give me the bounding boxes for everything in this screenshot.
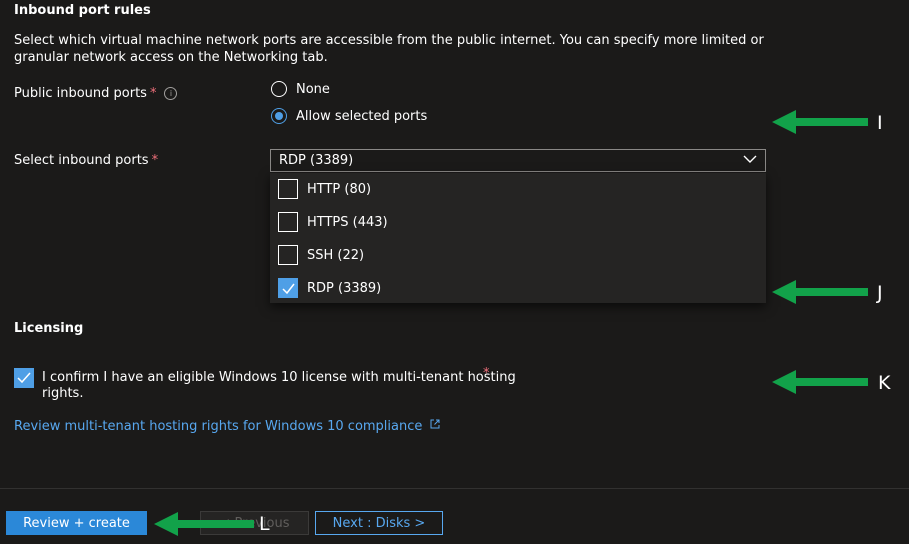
public-inbound-ports-label: Public inbound ports * i [14,86,178,101]
required-marker: * [149,86,157,101]
checkbox-ssh[interactable] [278,245,298,265]
footer-divider [0,488,909,489]
checkbox-https[interactable] [278,212,298,232]
arrow-left-icon [154,512,254,536]
chevron-down-icon[interactable] [743,153,757,168]
license-confirm-checkbox[interactable] [14,368,34,388]
option-label: HTTPS (443) [307,214,388,230]
external-link-icon [430,418,440,433]
radio-none-label: None [296,81,330,97]
ports-dropdown-list: HTTP (80) HTTPS (443) SSH (22) RDP (3389… [270,173,766,303]
arrow-left-icon [772,110,868,134]
select-inbound-ports-label: Select inbound ports * [14,153,158,168]
public-inbound-ports-label-text: Public inbound ports [14,86,147,101]
option-label: SSH (22) [307,247,365,263]
option-http[interactable]: HTTP (80) [278,179,371,199]
next-disks-button[interactable]: Next : Disks > [315,511,443,535]
option-label: RDP (3389) [307,280,382,296]
license-confirm-line2: rights. [42,386,84,401]
review-link-text[interactable]: Review multi-tenant hosting rights for W… [14,419,422,434]
radio-none-circle[interactable] [271,81,287,97]
required-marker: * [151,153,159,168]
arrow-left-icon [772,370,868,394]
license-confirm-line1: I confirm I have an eligible Windows 10 … [42,370,516,385]
inbound-description: Select which virtual machine network por… [14,33,764,65]
arrow-left-icon [772,280,868,304]
required-marker: * [483,366,490,381]
option-label: HTTP (80) [307,181,372,197]
license-confirm-text: I confirm I have an eligible Windows 10 … [42,370,516,402]
checkmark-icon [17,372,31,384]
annotation-marker-i: I [877,112,883,134]
radio-allow-circle[interactable] [271,108,287,124]
licensing-title: Licensing [14,321,84,336]
checkbox-http[interactable] [278,179,298,199]
option-rdp[interactable]: RDP (3389) [278,278,381,298]
info-icon[interactable]: i [164,87,178,100]
review-hosting-rights-link[interactable]: Review multi-tenant hosting rights for W… [14,418,440,434]
review-create-button[interactable]: Review + create [6,511,147,535]
annotation-marker-k: K [878,372,891,394]
option-ssh[interactable]: SSH (22) [278,245,364,265]
annotation-marker-l: L [259,513,270,535]
select-inbound-ports-label-text: Select inbound ports [14,153,149,168]
radio-allow-label: Allow selected ports [296,108,428,124]
select-inbound-ports-dropdown[interactable]: RDP (3389) [270,149,766,172]
radio-none[interactable]: None [271,81,330,97]
checkbox-rdp[interactable] [278,278,298,298]
select-value: RDP (3389) [279,153,354,168]
radio-allow-selected-ports[interactable]: Allow selected ports [271,108,427,124]
option-https[interactable]: HTTPS (443) [278,212,388,232]
annotation-marker-j: J [877,282,883,304]
checkmark-icon [282,283,295,294]
inbound-port-rules-title: Inbound port rules [14,3,151,18]
